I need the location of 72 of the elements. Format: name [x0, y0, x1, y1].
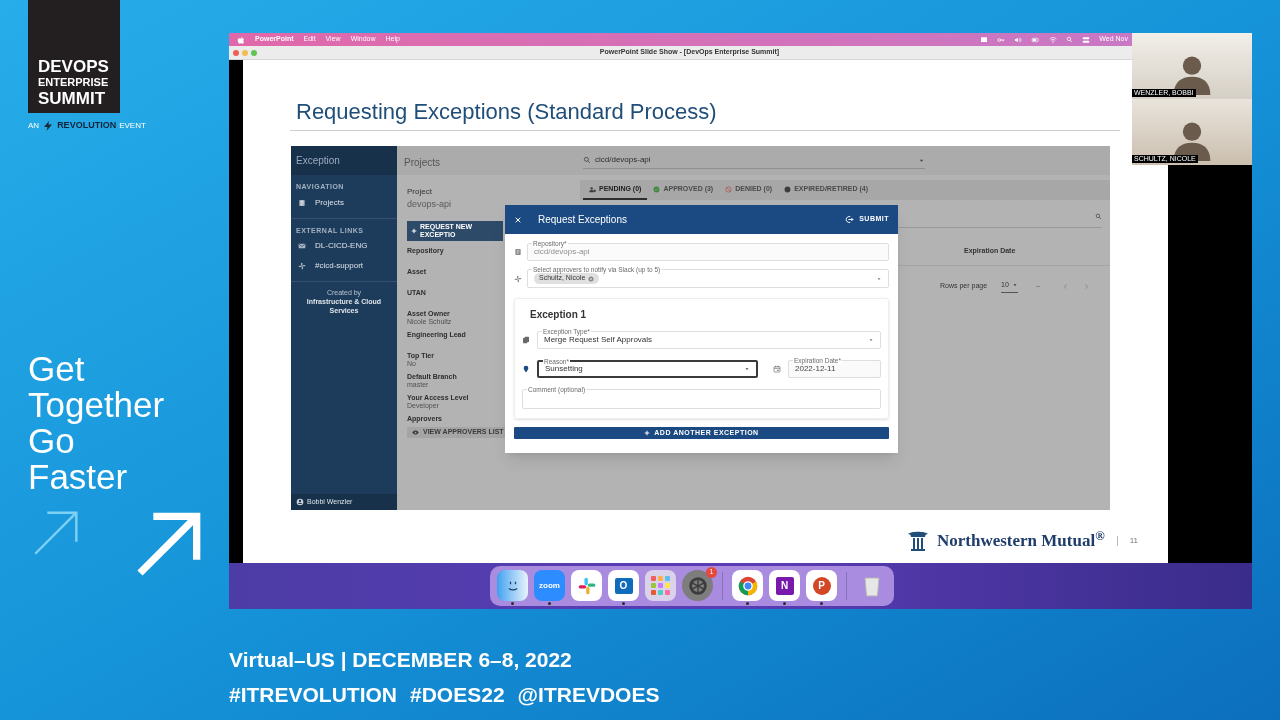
volume-icon [1014, 35, 1023, 44]
search-icon [583, 156, 591, 164]
logo-text: SUMMIT [38, 90, 106, 107]
logo-text: DEVOPS [38, 58, 109, 75]
location-pin-icon [522, 365, 530, 373]
hashtag: #ITREVOLUTION [229, 683, 397, 707]
sidebar-item[interactable]: DL-CICD-ENG [291, 236, 397, 256]
check-circle-icon [653, 185, 661, 193]
sidebar-item[interactable]: Projects [291, 192, 397, 213]
person-icon [589, 185, 596, 193]
exit-icon [845, 215, 855, 224]
eye-icon [412, 428, 419, 436]
browser-app-icon[interactable] [732, 570, 763, 601]
field-label: Project [407, 186, 432, 198]
caret-icon [868, 337, 874, 343]
sidebar-item[interactable]: #cicd-support [291, 256, 397, 276]
battery-icon [1031, 35, 1041, 44]
app-title: Exception [296, 154, 340, 168]
mail-icon [298, 242, 306, 250]
presentation-app-icon[interactable]: P [806, 570, 837, 601]
hashtag: #DOES22 [410, 683, 505, 707]
slogan-text: Get Together Go Faster [28, 350, 165, 495]
sidebar-item-label: Projects [315, 196, 344, 209]
page-title: Projects [404, 156, 441, 168]
close-button[interactable] [514, 215, 522, 224]
sidebar-item-label: DL-CICD-ENG [315, 240, 368, 252]
calendar-icon [773, 365, 781, 373]
filled-circle-icon [784, 185, 792, 193]
hashtag: @ITREVDOES [517, 683, 660, 707]
maximize-button[interactable] [251, 49, 257, 56]
company-name: Northwestern Mutual$^{®}$ [937, 528, 1105, 552]
user-avatar-icon [296, 498, 304, 506]
blocked-icon [725, 185, 733, 193]
dialog-title: Request Exceptions [538, 213, 627, 227]
byline-text: AN [28, 119, 40, 132]
hash-app-icon[interactable] [571, 570, 602, 601]
grid-app-icon[interactable] [645, 570, 676, 601]
document-icon [298, 198, 306, 207]
sidebar-item-label: #cicd-support [315, 260, 364, 272]
search-field[interactable]: cicd/devops-api [583, 152, 925, 169]
project-name: devops-api [407, 198, 452, 211]
slide-title: Requesting Exceptions (Standard Process) [296, 98, 717, 126]
document-icon [514, 248, 522, 256]
minimize-button[interactable] [242, 49, 248, 56]
exception-heading: Exception 1 [529, 308, 587, 322]
wifi-icon [1049, 35, 1058, 44]
search-icon [1066, 36, 1074, 43]
caret-icon [744, 366, 750, 372]
apple-icon [237, 35, 245, 44]
key-icon [997, 35, 1006, 44]
notebook-app-icon[interactable]: N [769, 570, 800, 601]
zoom-app-icon[interactable]: zoom [534, 570, 565, 601]
control-center-icon [1082, 35, 1091, 44]
event-dates: Virtual–US | DECEMBER 6–8, 2022 [229, 648, 572, 672]
caret-icon [876, 275, 882, 282]
face-app-icon[interactable] [497, 570, 528, 601]
plus-icon [411, 227, 417, 234]
previous-page-icon [1061, 282, 1069, 290]
display-icon [980, 35, 989, 44]
slide-number: 11 [1129, 534, 1138, 547]
hash-icon [298, 262, 306, 270]
byline-text: EVENT [119, 119, 146, 132]
close-icon [514, 215, 522, 224]
gear-app-icon[interactable] [682, 570, 713, 601]
logo-text: ENTERPRISE [38, 77, 109, 88]
mail-app-icon[interactable]: O [608, 570, 639, 601]
documents-icon [522, 336, 530, 344]
hash-icon [514, 274, 522, 283]
plus-icon [644, 430, 651, 436]
brand-text: REVOLUTION [57, 119, 117, 132]
search-icon [1095, 213, 1102, 220]
remove-icon [588, 275, 595, 282]
